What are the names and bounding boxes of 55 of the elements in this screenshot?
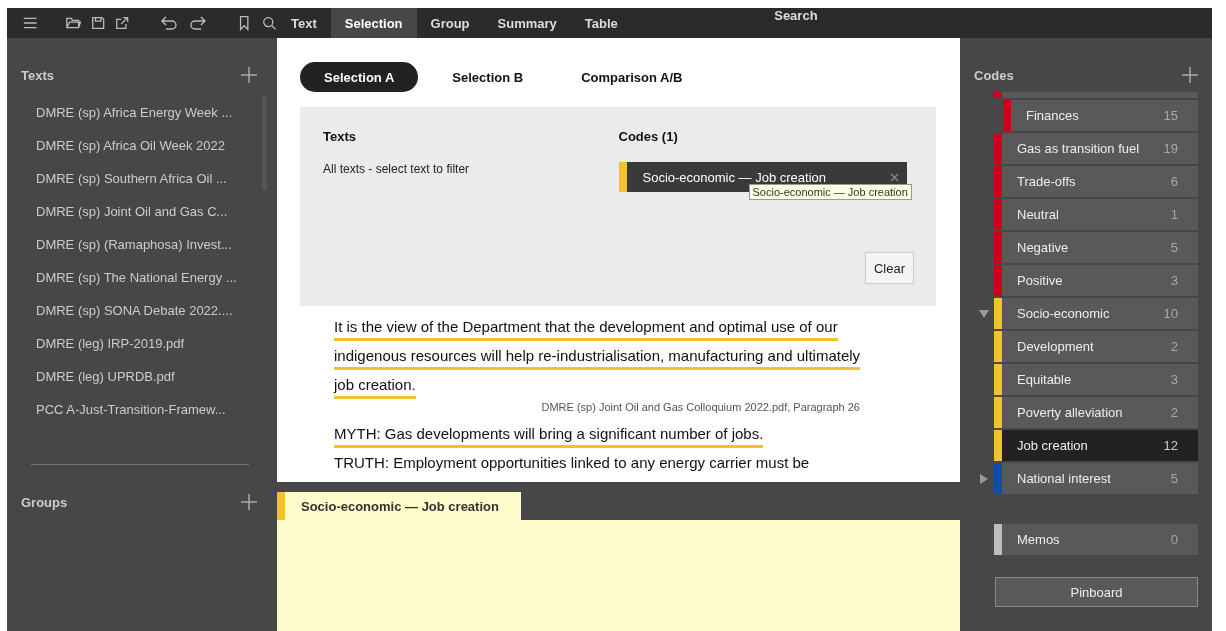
nav-tab[interactable]: Group [416,8,484,38]
text-item[interactable]: DMRE (sp) (Ramaphosa) Invest... [21,228,262,261]
code-item[interactable]: Development 2 [1002,331,1198,362]
code-item[interactable]: Finances 15 [1011,100,1198,131]
code-item[interactable]: Poverty alleviation 2 [1002,397,1198,428]
export-icon[interactable] [114,14,131,32]
text-item[interactable]: PCC A-Just-Transition-Framew... [21,393,262,426]
text-item[interactable]: DMRE (sp) Africa Energy Week ... [21,96,262,129]
text-item[interactable]: DMRE (sp) Southern Africa Oil ... [21,162,262,195]
view-tab[interactable]: Selection B [428,62,548,92]
view-tab[interactable]: Comparison A/B [557,62,707,92]
source-reference: DMRE (sp) Joint Oil and Gas Colloquium 2022.pdf, Paragraph 26 [541,401,860,413]
panel-title: Texts [21,67,54,83]
code-item[interactable]: Positive 3 [1002,265,1198,296]
code-item[interactable]: Job creation 12 [1002,430,1198,461]
add-icon[interactable] [241,67,257,83]
nav-tab[interactable]: Summary [483,8,571,38]
collapsed-arrow-icon[interactable] [980,473,988,484]
nav-tab[interactable]: Table [570,8,632,38]
passage-text: MYTH: Gas developments will bring a significant number of jobs. [334,419,876,448]
panel-title: Groups [21,494,68,510]
text-item[interactable]: DMRE (sp) The National Energy ... [21,261,262,294]
section-title: Texts [323,129,357,144]
filter-hint: All texts - select text to filter [323,162,471,176]
code-item[interactable]: Equitable 3 [1002,364,1198,395]
passage-text: It is the view of the Department that the development and optimal use of our indigenous resources will help re-industrialisation, manufacturing and ultimately job creation. [334,312,876,399]
panel-title: Codes [974,67,1014,83]
code-item[interactable]: Negative 5 [1002,232,1198,263]
text-item[interactable]: DMRE (sp) Africa Oil Week 2022 [21,129,262,162]
code-item[interactable]: Socio-economic 10 [1002,298,1198,329]
save-icon[interactable] [89,14,107,32]
code-item[interactable]: Gas as transition fuel 19 [1002,133,1198,164]
text-item[interactable]: DMRE (leg) UPRDB.pdf [21,360,262,393]
text-item[interactable]: DMRE (sp) Joint Oil and Gas C... [21,195,262,228]
section-title: Codes (1) [618,129,679,144]
add-icon[interactable] [241,494,257,510]
tooltip: Socio-economic — Job creation [748,184,912,200]
nav-tab[interactable]: Selection [330,8,417,38]
code-item[interactable]: National interest 5 [1002,463,1198,494]
code-item[interactable]: Neutral 1 [1002,199,1198,230]
text-item[interactable]: DMRE (sp) SONA Debate 2022.... [21,294,262,327]
pinboard-button[interactable]: Pinboard [995,577,1198,607]
add-icon[interactable] [1182,67,1198,83]
text-item[interactable]: DMRE (leg) IRP-2019.pdf [21,327,262,360]
close-icon[interactable] [889,172,899,182]
memos-item[interactable]: Memos 0 [1002,524,1198,555]
expanded-arrow-icon[interactable] [979,309,989,318]
nav-tab[interactable]: Text [277,8,331,38]
clear-button[interactable]: Clear [864,252,914,284]
search-icon[interactable] [260,14,277,32]
nav-tab[interactable]: Search [631,8,960,38]
passage-text: TRUTH: Employment opportunities linked to any energy carrier must be [334,453,811,473]
code-item[interactable]: Trade-offs 6 [1002,166,1198,197]
memo-tab[interactable]: Socio-economic — Job creation [277,492,521,520]
view-tab[interactable]: Selection A [300,62,419,92]
